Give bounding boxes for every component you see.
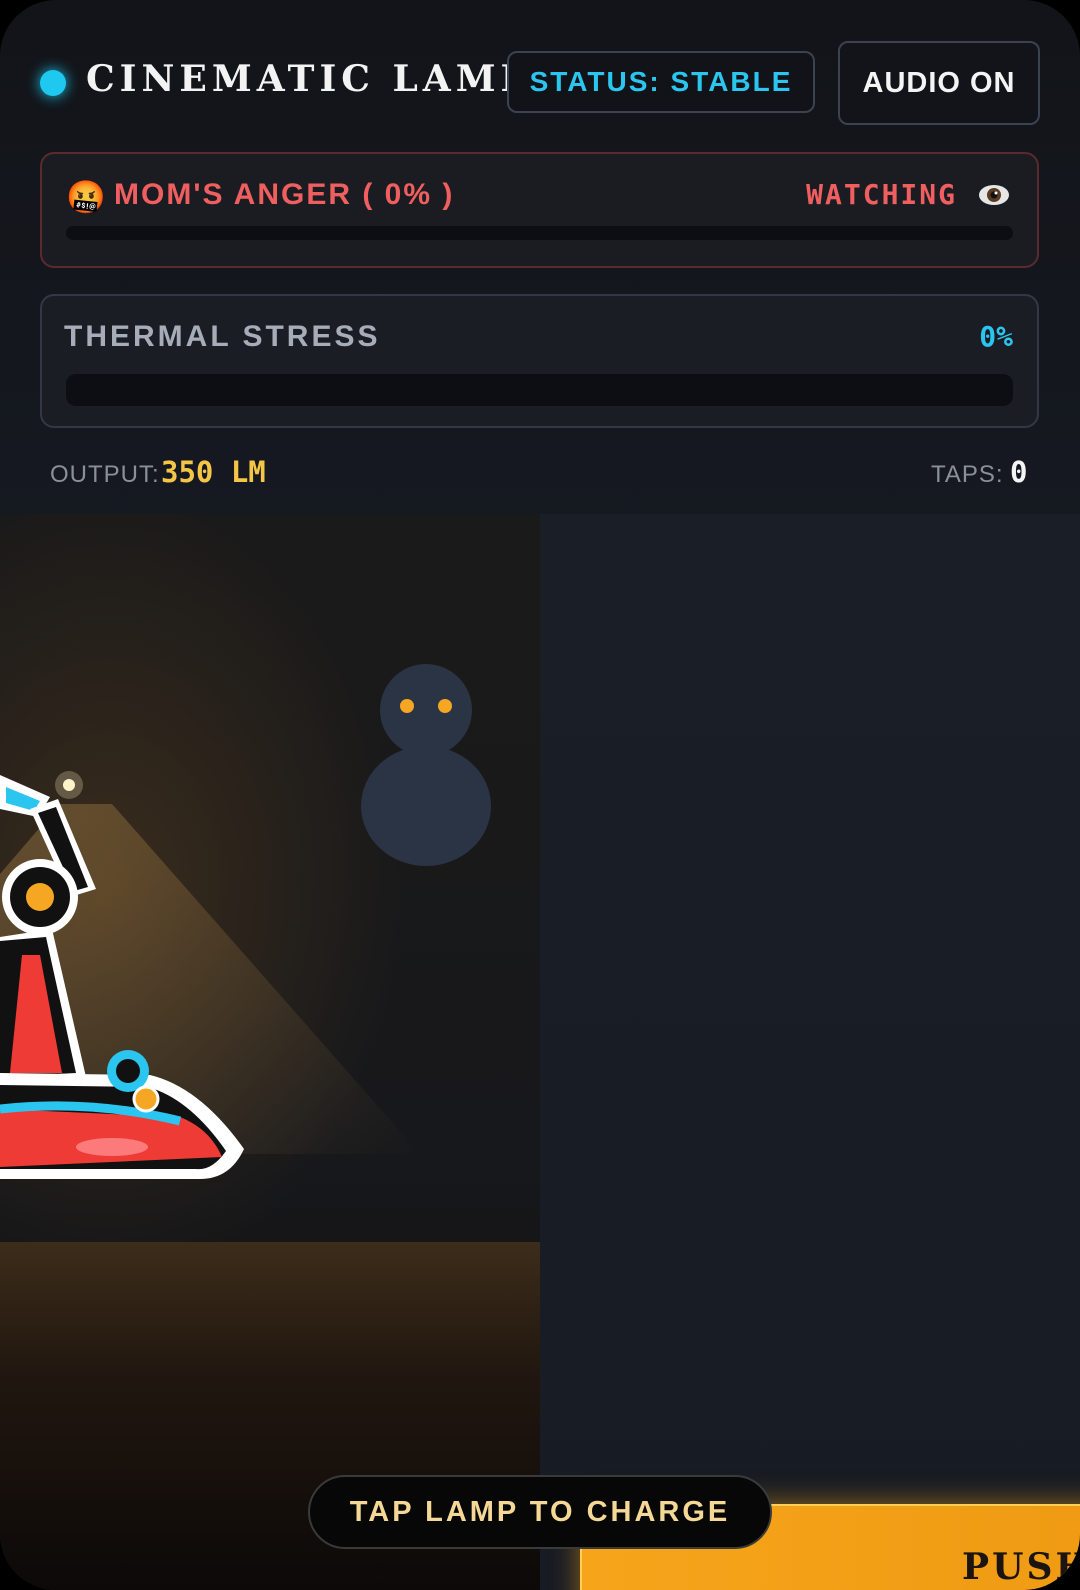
anger-progress-bar: [66, 226, 1013, 240]
desk-lamp[interactable]: [0, 769, 260, 1189]
game-frame: CINEMATIC LAMP STATUS: STABLE AUDIO ON 🤬…: [0, 0, 1080, 1590]
status-indicator-dot: [40, 70, 66, 96]
audio-toggle-button[interactable]: AUDIO ON: [838, 41, 1040, 125]
angry-face-icon: 🤬: [66, 179, 106, 215]
header: CINEMATIC LAMP STATUS: STABLE AUDIO ON: [0, 0, 1080, 140]
output-label: OUTPUT:: [50, 461, 160, 488]
thermal-progress-bar: [66, 374, 1013, 406]
anger-meter-panel: 🤬 MOM'S ANGER ( 0% ) WATCHING: [40, 152, 1039, 268]
anger-label: MOM'S ANGER ( 0% ): [114, 178, 455, 211]
watching-status: WATCHING: [806, 178, 957, 211]
dark-room: [540, 514, 1080, 1590]
tap-hint-banner: TAP LAMP TO CHARGE: [308, 1475, 772, 1549]
taps-label: TAPS:: [931, 461, 1004, 488]
eye-icon: [979, 185, 1009, 205]
thermal-stress-panel: THERMAL STRESS 0%: [40, 294, 1039, 428]
output-value: 350 LM: [161, 455, 266, 489]
status-badge: STATUS: STABLE: [507, 51, 815, 113]
mom-silhouette: [361, 664, 491, 866]
taps-value: 0: [1010, 455, 1028, 489]
app-title: CINEMATIC LAMP: [86, 58, 533, 100]
game-stage: PUSH: [0, 514, 1080, 1590]
thermal-label: THERMAL STRESS: [64, 320, 381, 353]
thermal-value: 0%: [979, 320, 1013, 353]
